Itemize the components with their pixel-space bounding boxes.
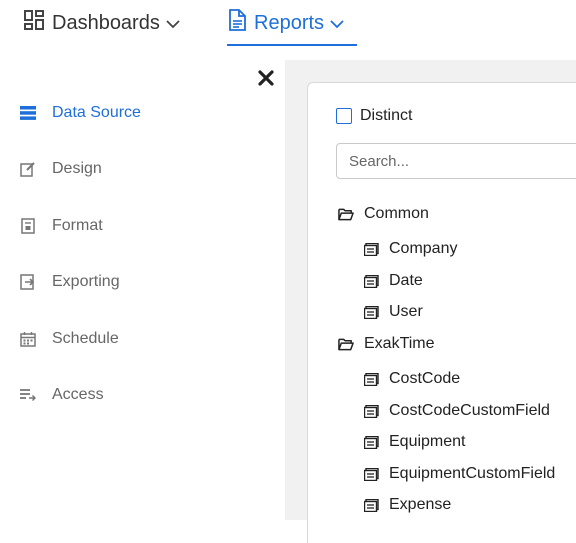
folder-open-icon: [338, 206, 354, 222]
calendar-icon: [20, 331, 36, 347]
sidebar-item-label: Access: [52, 386, 104, 403]
tree-item-label: User: [389, 303, 423, 320]
data-source-panel: Distinct Common Company: [307, 82, 576, 543]
tree-item-date[interactable]: Date: [363, 270, 423, 292]
table-icon: [363, 403, 379, 419]
tree-item-equipmentcustomfield[interactable]: EquipmentCustomField: [363, 463, 555, 485]
sidebar: Data Source Design Format Exporting Sche…: [0, 60, 285, 520]
tree-item-label: CostCode: [389, 370, 461, 387]
table-icon: [363, 497, 379, 513]
sidebar-item-exporting[interactable]: Exporting: [20, 267, 120, 297]
tree-item-company[interactable]: Company: [363, 238, 457, 260]
tree-item-label: Equipment: [389, 433, 466, 450]
sidebar-item-label: Data Source: [52, 104, 141, 121]
top-navigation: Dashboards Reports: [0, 0, 576, 60]
nav-dashboards[interactable]: Dashboards: [24, 0, 180, 46]
tree-folder-exaktime[interactable]: ExakTime: [338, 333, 435, 355]
search-input[interactable]: [336, 143, 576, 179]
nav-reports[interactable]: Reports: [228, 0, 344, 46]
tree-item-costcode[interactable]: CostCode: [363, 368, 460, 390]
sidebar-item-label: Design: [52, 160, 102, 177]
sidebar-item-format[interactable]: Format: [20, 211, 103, 241]
format-icon: [20, 218, 36, 234]
table-icon: [363, 466, 379, 482]
table-icon: [363, 371, 379, 387]
distinct-label: Distinct: [360, 107, 413, 124]
export-icon: [20, 274, 36, 290]
distinct-checkbox[interactable]: Distinct: [336, 107, 412, 125]
tree-item-label: Date: [389, 272, 423, 289]
main-content: Distinct Common Company: [285, 60, 576, 543]
edit-icon: [20, 161, 36, 177]
tree-item-equipment[interactable]: Equipment: [363, 431, 466, 453]
sidebar-item-label: Format: [52, 217, 103, 234]
tree-item-expense[interactable]: Expense: [363, 494, 451, 516]
table-icon: [363, 434, 379, 450]
tree-folder-label: Common: [364, 205, 429, 222]
tree-item-user[interactable]: User: [363, 301, 423, 323]
list-icon: [20, 105, 36, 121]
tree-item-label: Expense: [389, 496, 452, 513]
tree-item-label: CostCodeCustomField: [389, 402, 550, 419]
sidebar-item-label: Schedule: [52, 330, 119, 347]
nav-dashboards-label: Dashboards: [52, 11, 160, 34]
sidebar-item-access[interactable]: Access: [20, 380, 104, 410]
access-icon: [20, 387, 36, 403]
tree-item-label: Company: [389, 240, 458, 257]
chevron-down-icon: [330, 12, 344, 35]
table-icon: [363, 304, 379, 320]
nav-reports-label: Reports: [254, 11, 325, 34]
folder-open-icon: [338, 336, 354, 352]
distinct-checkbox-box[interactable]: [336, 108, 352, 124]
tree-folder-common[interactable]: Common: [338, 203, 429, 225]
tree-folder-label: ExakTime: [364, 335, 435, 352]
tree-item-label: EquipmentCustomField: [389, 465, 556, 482]
dashboard-grid-icon: [24, 10, 44, 36]
sidebar-item-design[interactable]: Design: [20, 154, 102, 184]
sidebar-item-schedule[interactable]: Schedule: [20, 324, 119, 354]
chevron-down-icon: [166, 12, 180, 35]
table-icon: [363, 273, 379, 289]
report-document-icon: [228, 9, 246, 37]
table-icon: [363, 241, 379, 257]
tree-item-costcodecustomfield[interactable]: CostCodeCustomField: [363, 400, 550, 422]
close-icon[interactable]: [256, 68, 276, 88]
sidebar-item-data-source[interactable]: Data Source: [20, 98, 141, 128]
sidebar-item-label: Exporting: [52, 273, 120, 290]
active-tab-underline: [227, 44, 357, 46]
